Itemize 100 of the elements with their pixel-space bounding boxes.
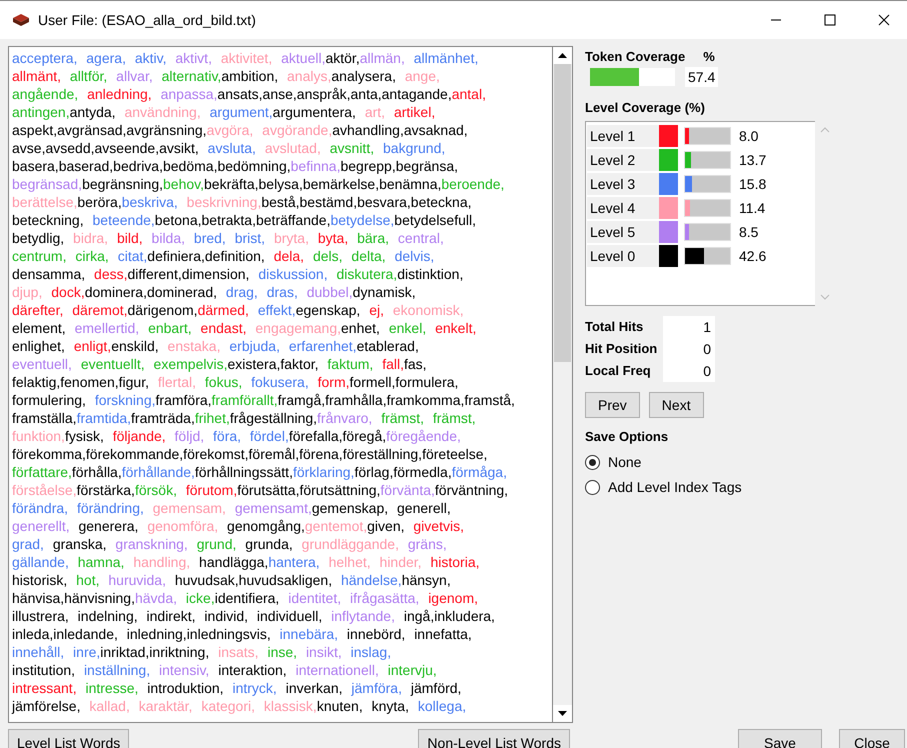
word: ej, — [369, 301, 385, 319]
word: avgöra, — [206, 121, 254, 139]
dialog-button[interactable]: Close — [839, 729, 905, 748]
scrollbar[interactable] — [553, 46, 573, 723]
caret-down-icon[interactable] — [558, 711, 567, 716]
word: bära, — [357, 229, 390, 247]
scroll-up-button[interactable] — [553, 47, 572, 64]
word: inre, — [73, 643, 100, 661]
word: hänvisa,hänvisning, — [12, 589, 135, 607]
nav-button[interactable]: Next — [648, 392, 704, 418]
word: enlighet, — [12, 337, 66, 355]
word: agera, — [86, 49, 127, 67]
level-name: Level 0 — [587, 245, 659, 267]
word: huruvida, — [108, 571, 167, 589]
word: formulering, — [12, 391, 87, 409]
dialog-button[interactable]: Save — [738, 729, 822, 748]
word: därmed, — [198, 301, 250, 319]
radio-label[interactable]: None — [608, 454, 642, 470]
level-name: Level 2 — [587, 149, 659, 171]
word: enkelt, — [435, 319, 476, 337]
word: genomföra, — [147, 517, 220, 535]
word: endast, — [200, 319, 248, 337]
word: föra, — [213, 427, 242, 445]
radio-label[interactable]: Add Level Index Tags — [608, 479, 742, 495]
word: beteckning, — [12, 211, 85, 229]
stat-value: 0 — [663, 360, 715, 382]
word: jämföra, — [351, 679, 403, 697]
word: inverkan, — [286, 679, 344, 697]
stat-label: Total Hits — [585, 318, 644, 336]
word: försök, — [134, 481, 178, 499]
scroll-thumb[interactable] — [554, 64, 571, 362]
word: antyda, — [70, 103, 117, 121]
word: beroende, — [441, 175, 504, 193]
word: kollega, — [418, 697, 466, 715]
word: användning, — [124, 103, 202, 121]
word: dominera,dominerad, — [84, 283, 218, 301]
level-value: 8.0 — [739, 128, 758, 144]
caret-up-icon[interactable] — [558, 53, 567, 58]
word: förutsätta,förutsättning, — [237, 481, 380, 499]
word: distinktion, — [397, 265, 464, 283]
radio-button[interactable] — [585, 454, 600, 470]
word: knuten, knyta, — [316, 697, 410, 715]
list-words-button[interactable]: Non-Level List Words — [418, 729, 570, 748]
word: förståelse, — [12, 481, 77, 499]
word: centrum, — [12, 247, 68, 265]
word: gemenskap, generell, — [312, 499, 451, 517]
word: intervju, — [388, 661, 437, 679]
word: allmänhet, — [414, 49, 478, 67]
word: antal, — [452, 85, 486, 103]
word: föregående, — [386, 427, 461, 445]
word: flertal, — [158, 373, 197, 391]
word: ekonomisk, — [392, 301, 464, 319]
word: form, — [318, 373, 350, 391]
token-coverage-label: Token Coverage — [585, 49, 686, 64]
word: antingen, — [12, 103, 70, 121]
word: ingå,inkludera, — [404, 607, 495, 625]
word: intresse, — [85, 679, 140, 697]
word: erfarenhet, — [288, 337, 357, 355]
word: betydelsefull, — [394, 211, 476, 229]
word: diskussion, — [258, 265, 329, 283]
word: begränsning, — [82, 175, 164, 193]
word: beskrivning, — [186, 193, 262, 211]
word: genomgång, — [227, 517, 305, 535]
word: drag, — [226, 283, 259, 301]
close-icon[interactable] — [878, 14, 890, 26]
word: effekt, — [258, 301, 296, 319]
word: händelse, — [340, 571, 402, 589]
word: enkel, — [388, 319, 428, 337]
maximize-icon[interactable] — [824, 14, 836, 26]
word: framföra, — [156, 391, 212, 409]
word: inriktad,inriktning, — [100, 643, 210, 661]
word: grund, — [196, 535, 238, 553]
word: historia, — [430, 553, 480, 571]
word: beröra, — [77, 193, 122, 211]
list-words-button[interactable]: Level List Words — [8, 729, 130, 748]
word: gemensam, — [152, 499, 227, 517]
word: argumentera, — [272, 103, 357, 121]
level-value: 42.6 — [739, 248, 766, 264]
nav-button[interactable]: Prev — [585, 392, 640, 418]
save-options-title: Save Options — [585, 429, 668, 444]
scroll-down-button[interactable] — [553, 705, 572, 722]
word: huvudsak,huvudsakligen, — [174, 571, 334, 589]
word: förefalla,föregå, — [288, 427, 386, 445]
word: avsnitt, — [330, 139, 376, 157]
window-title: User File: (ESAO_alla_ord_bild.txt) — [38, 12, 257, 28]
word: citat, — [118, 247, 148, 265]
stat-label: Hit Position — [585, 340, 658, 358]
word: ambition, — [221, 67, 280, 85]
word: frihet, — [194, 409, 230, 427]
word: begränsad, — [12, 175, 82, 193]
word-list-text-area[interactable] — [8, 46, 553, 723]
word: aktör, — [325, 49, 360, 67]
word: frånvaro, — [317, 409, 374, 427]
word: därigenom, — [128, 301, 198, 319]
word: förhållande, — [122, 463, 195, 481]
word: cirka, — [75, 247, 110, 265]
level-name: Level 4 — [587, 197, 659, 219]
word: interaktion, — [218, 661, 288, 679]
radio-button[interactable] — [585, 480, 600, 494]
word: framtida, — [76, 409, 132, 427]
